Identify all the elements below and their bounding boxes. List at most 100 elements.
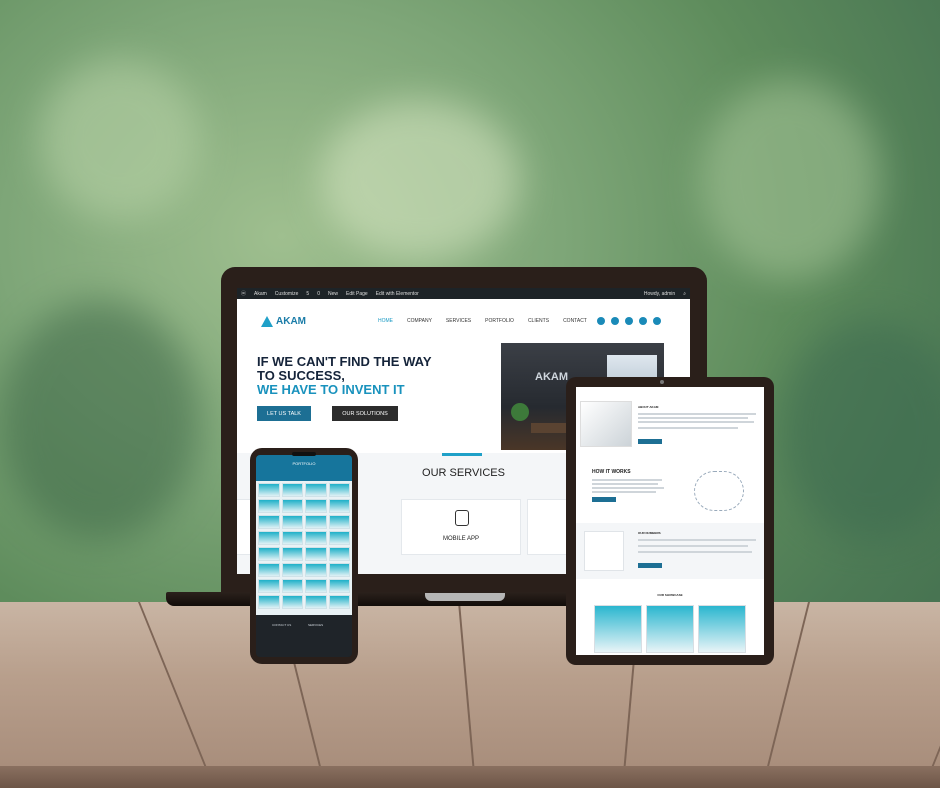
portfolio-thumb[interactable] bbox=[258, 595, 280, 609]
office-sign: AKAM bbox=[535, 371, 568, 383]
admin-bar-updates[interactable]: 5 bbox=[306, 291, 309, 297]
portfolio-thumb[interactable] bbox=[281, 563, 303, 577]
bokeh-light bbox=[320, 100, 520, 260]
portfolio-thumb[interactable] bbox=[281, 595, 303, 609]
showcase-card[interactable] bbox=[698, 605, 746, 653]
facebook-icon[interactable] bbox=[596, 317, 605, 325]
admin-bar-greeting[interactable]: Howdy, admin bbox=[644, 291, 675, 297]
showcase-card[interactable] bbox=[646, 605, 694, 653]
instagram-icon[interactable] bbox=[638, 317, 647, 325]
numbers-heading: OUR NUMBERS bbox=[638, 531, 661, 535]
service-card-label: MOBILE APP bbox=[442, 536, 479, 542]
portfolio-thumb[interactable] bbox=[281, 531, 303, 545]
wp-admin-bar: ⓦ Akam Customize 5 0 New Edit Page Edit … bbox=[237, 288, 690, 299]
portfolio-thumb[interactable] bbox=[258, 579, 280, 593]
section-divider bbox=[442, 453, 482, 456]
text-line bbox=[592, 483, 658, 485]
let-us-talk-button[interactable]: LET US TALK bbox=[257, 406, 311, 421]
nav-contact[interactable]: CONTACT bbox=[563, 318, 587, 324]
office-plant bbox=[511, 403, 529, 421]
portfolio-thumb[interactable] bbox=[305, 515, 327, 529]
text-line bbox=[592, 491, 656, 493]
twitter-icon[interactable] bbox=[624, 317, 633, 325]
portfolio-thumb[interactable] bbox=[305, 595, 327, 609]
admin-bar-customize[interactable]: Customize bbox=[275, 291, 299, 297]
portfolio-thumb[interactable] bbox=[305, 547, 327, 561]
portfolio-thumb[interactable] bbox=[328, 563, 350, 577]
table-edge bbox=[0, 766, 940, 788]
our-solutions-button[interactable]: OUR SOLUTIONS bbox=[332, 406, 398, 421]
bokeh-light bbox=[40, 60, 200, 220]
how-it-works-section: HOW IT WORKS bbox=[576, 461, 764, 521]
numbers-button[interactable] bbox=[638, 563, 662, 568]
about-heading: ABOUT AKAM bbox=[638, 405, 659, 409]
portfolio-thumb[interactable] bbox=[328, 499, 350, 513]
portfolio-thumb[interactable] bbox=[328, 579, 350, 593]
portfolio-thumb[interactable] bbox=[305, 531, 327, 545]
portfolio-thumb[interactable] bbox=[305, 483, 327, 497]
nav-clients[interactable]: CLIENTS bbox=[528, 318, 549, 324]
portfolio-thumb[interactable] bbox=[258, 515, 280, 529]
showcase-heading: OUR SHOWCASE bbox=[657, 593, 683, 597]
bokeh-dark bbox=[780, 320, 940, 540]
code-icon bbox=[455, 510, 469, 526]
bokeh-dark bbox=[0, 300, 200, 540]
portfolio-thumb[interactable] bbox=[328, 483, 350, 497]
admin-bar-edit-page[interactable]: Edit Page bbox=[346, 291, 368, 297]
portfolio-thumb[interactable] bbox=[281, 499, 303, 513]
text-line bbox=[592, 479, 662, 481]
portfolio-thumb[interactable] bbox=[305, 499, 327, 513]
phone-header: PORTFOLIO bbox=[256, 455, 352, 481]
learn-more-button[interactable] bbox=[638, 439, 662, 444]
youtube-icon[interactable] bbox=[652, 317, 661, 325]
bokeh-light bbox=[700, 80, 880, 280]
search-icon[interactable]: ⌕ bbox=[683, 291, 686, 297]
admin-bar-elementor[interactable]: Edit with Elementor bbox=[376, 291, 419, 297]
main-nav: HOME COMPANY SERVICES PORTFOLIO CLIENTS … bbox=[378, 318, 587, 324]
portfolio-thumb[interactable] bbox=[281, 579, 303, 593]
site-header: AKAM HOME COMPANY SERVICES PORTFOLIO CLI… bbox=[237, 299, 690, 343]
portfolio-thumb[interactable] bbox=[328, 531, 350, 545]
nav-company[interactable]: COMPANY bbox=[407, 318, 432, 324]
process-diagram bbox=[694, 471, 744, 511]
text-line bbox=[638, 551, 752, 553]
nav-home[interactable]: HOME bbox=[378, 318, 393, 324]
portfolio-thumb[interactable] bbox=[281, 483, 303, 497]
admin-bar-comments[interactable]: 0 bbox=[317, 291, 320, 297]
about-image bbox=[580, 401, 632, 447]
laptop-notch bbox=[425, 593, 505, 601]
portfolio-thumb[interactable] bbox=[281, 515, 303, 529]
linkedin-icon[interactable] bbox=[610, 317, 619, 325]
site-logo[interactable]: AKAM bbox=[261, 315, 306, 327]
portfolio-thumb[interactable] bbox=[328, 515, 350, 529]
social-links bbox=[596, 317, 661, 325]
portfolio-thumb[interactable] bbox=[305, 579, 327, 593]
portfolio-thumb[interactable] bbox=[281, 547, 303, 561]
nav-services[interactable]: SERVICES bbox=[446, 318, 471, 324]
nav-portfolio[interactable]: PORTFOLIO bbox=[485, 318, 514, 324]
wooden-table bbox=[0, 602, 940, 788]
footer-col-contact: CONTACT US bbox=[272, 623, 292, 627]
service-card[interactable]: MOBILE APP bbox=[401, 499, 521, 555]
wp-logo-icon[interactable]: ⓦ bbox=[241, 290, 246, 297]
admin-bar-site[interactable]: Akam bbox=[254, 291, 267, 297]
text-line bbox=[638, 413, 756, 415]
hero-heading: IF WE CAN'T FIND THE WAY TO SUCCESS, WE … bbox=[257, 355, 432, 397]
phone-notch bbox=[292, 452, 316, 456]
portfolio-thumb[interactable] bbox=[258, 483, 280, 497]
footer-col-services: SERVICES bbox=[308, 623, 324, 627]
tablet-camera bbox=[660, 380, 664, 384]
portfolio-thumb[interactable] bbox=[258, 563, 280, 577]
admin-bar-new[interactable]: New bbox=[328, 291, 338, 297]
hero-line-2: TO SUCCESS, bbox=[257, 368, 345, 383]
portfolio-thumb[interactable] bbox=[328, 547, 350, 561]
how-button[interactable] bbox=[592, 497, 616, 502]
showcase-card[interactable] bbox=[594, 605, 642, 653]
hero-line-1: IF WE CAN'T FIND THE WAY bbox=[257, 354, 432, 369]
logo-mark-icon bbox=[261, 315, 273, 327]
portfolio-thumb[interactable] bbox=[258, 531, 280, 545]
portfolio-thumb[interactable] bbox=[328, 595, 350, 609]
portfolio-thumb[interactable] bbox=[258, 499, 280, 513]
portfolio-thumb[interactable] bbox=[305, 563, 327, 577]
portfolio-thumb[interactable] bbox=[258, 547, 280, 561]
